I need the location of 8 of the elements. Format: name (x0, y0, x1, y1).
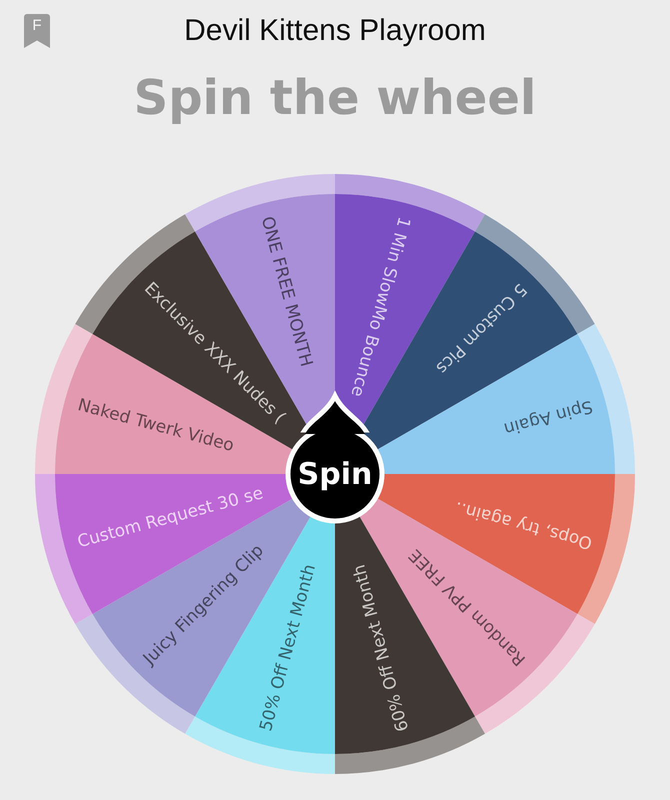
segment-label: 60% Off Next Month (349, 562, 414, 734)
heading: Spin the wheel (134, 70, 536, 128)
segment-label: Spin Again (502, 396, 595, 439)
segment-label: Naked Twerk Video (76, 395, 236, 456)
segment-label: Oops, try again.. (452, 496, 594, 553)
segment-label: 50% Off Next Month (256, 562, 320, 734)
segment-label: ONE FREE MONTH (256, 214, 316, 369)
page-title: Devil Kittens Playroom (183, 14, 487, 48)
